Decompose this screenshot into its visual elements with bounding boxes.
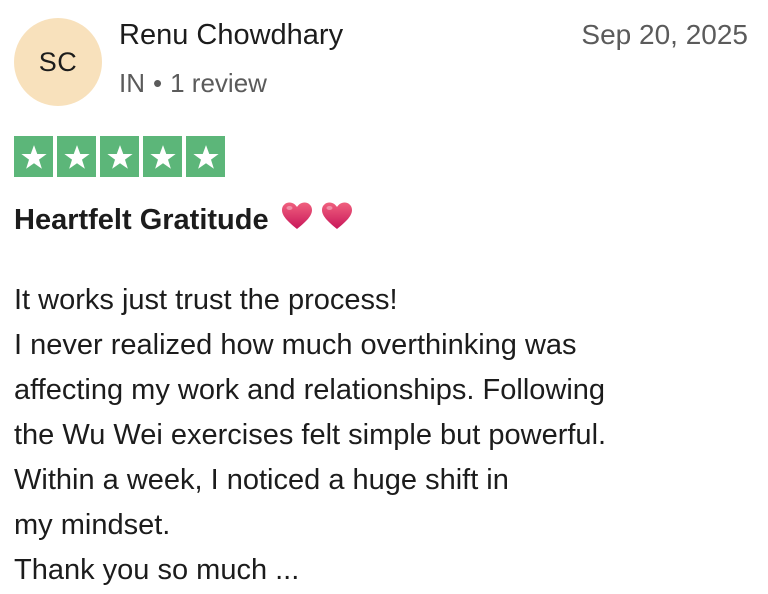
avatar-initials: SC xyxy=(38,46,78,77)
review-title-text: Heartfelt Gratitude xyxy=(14,203,269,236)
star-icon xyxy=(186,136,225,177)
title-emoji-group xyxy=(281,201,353,239)
review-body-line: the Wu Wei exercises felt simple but pow… xyxy=(14,419,607,451)
review-body: It works just trust the process! I never … xyxy=(14,278,606,593)
star-rating xyxy=(14,136,225,177)
reviewer-avatar[interactable]: SC xyxy=(14,18,102,106)
reviewer-name[interactable]: Renu Chowdhary xyxy=(119,19,343,52)
star-icon xyxy=(57,136,96,177)
reviewer-meta: IN • 1 review xyxy=(119,68,267,99)
review-date: Sep 20, 2025 xyxy=(581,19,748,50)
review-title[interactable]: Heartfelt Gratitude xyxy=(14,201,353,239)
star-icon xyxy=(100,136,139,177)
review-body-line: It works just trust the process! xyxy=(14,284,398,316)
heart-icon xyxy=(281,201,313,239)
meta-separator: • xyxy=(153,68,163,98)
review-body-line: Within a week, I noticed a huge shift in xyxy=(14,464,509,496)
star-icon xyxy=(143,136,182,177)
review-body-line: Thank you so much ... xyxy=(14,554,300,586)
review-body-line: I never realized how much overthinking w… xyxy=(14,329,577,361)
review-body-line: affecting my work and relationships. Fol… xyxy=(14,374,606,406)
reviewer-country: IN xyxy=(119,68,145,98)
review-body-line: my mindset. xyxy=(14,509,171,541)
reviewer-review-count: 1 review xyxy=(170,68,267,98)
heart-icon xyxy=(321,201,353,239)
star-icon xyxy=(14,136,53,177)
